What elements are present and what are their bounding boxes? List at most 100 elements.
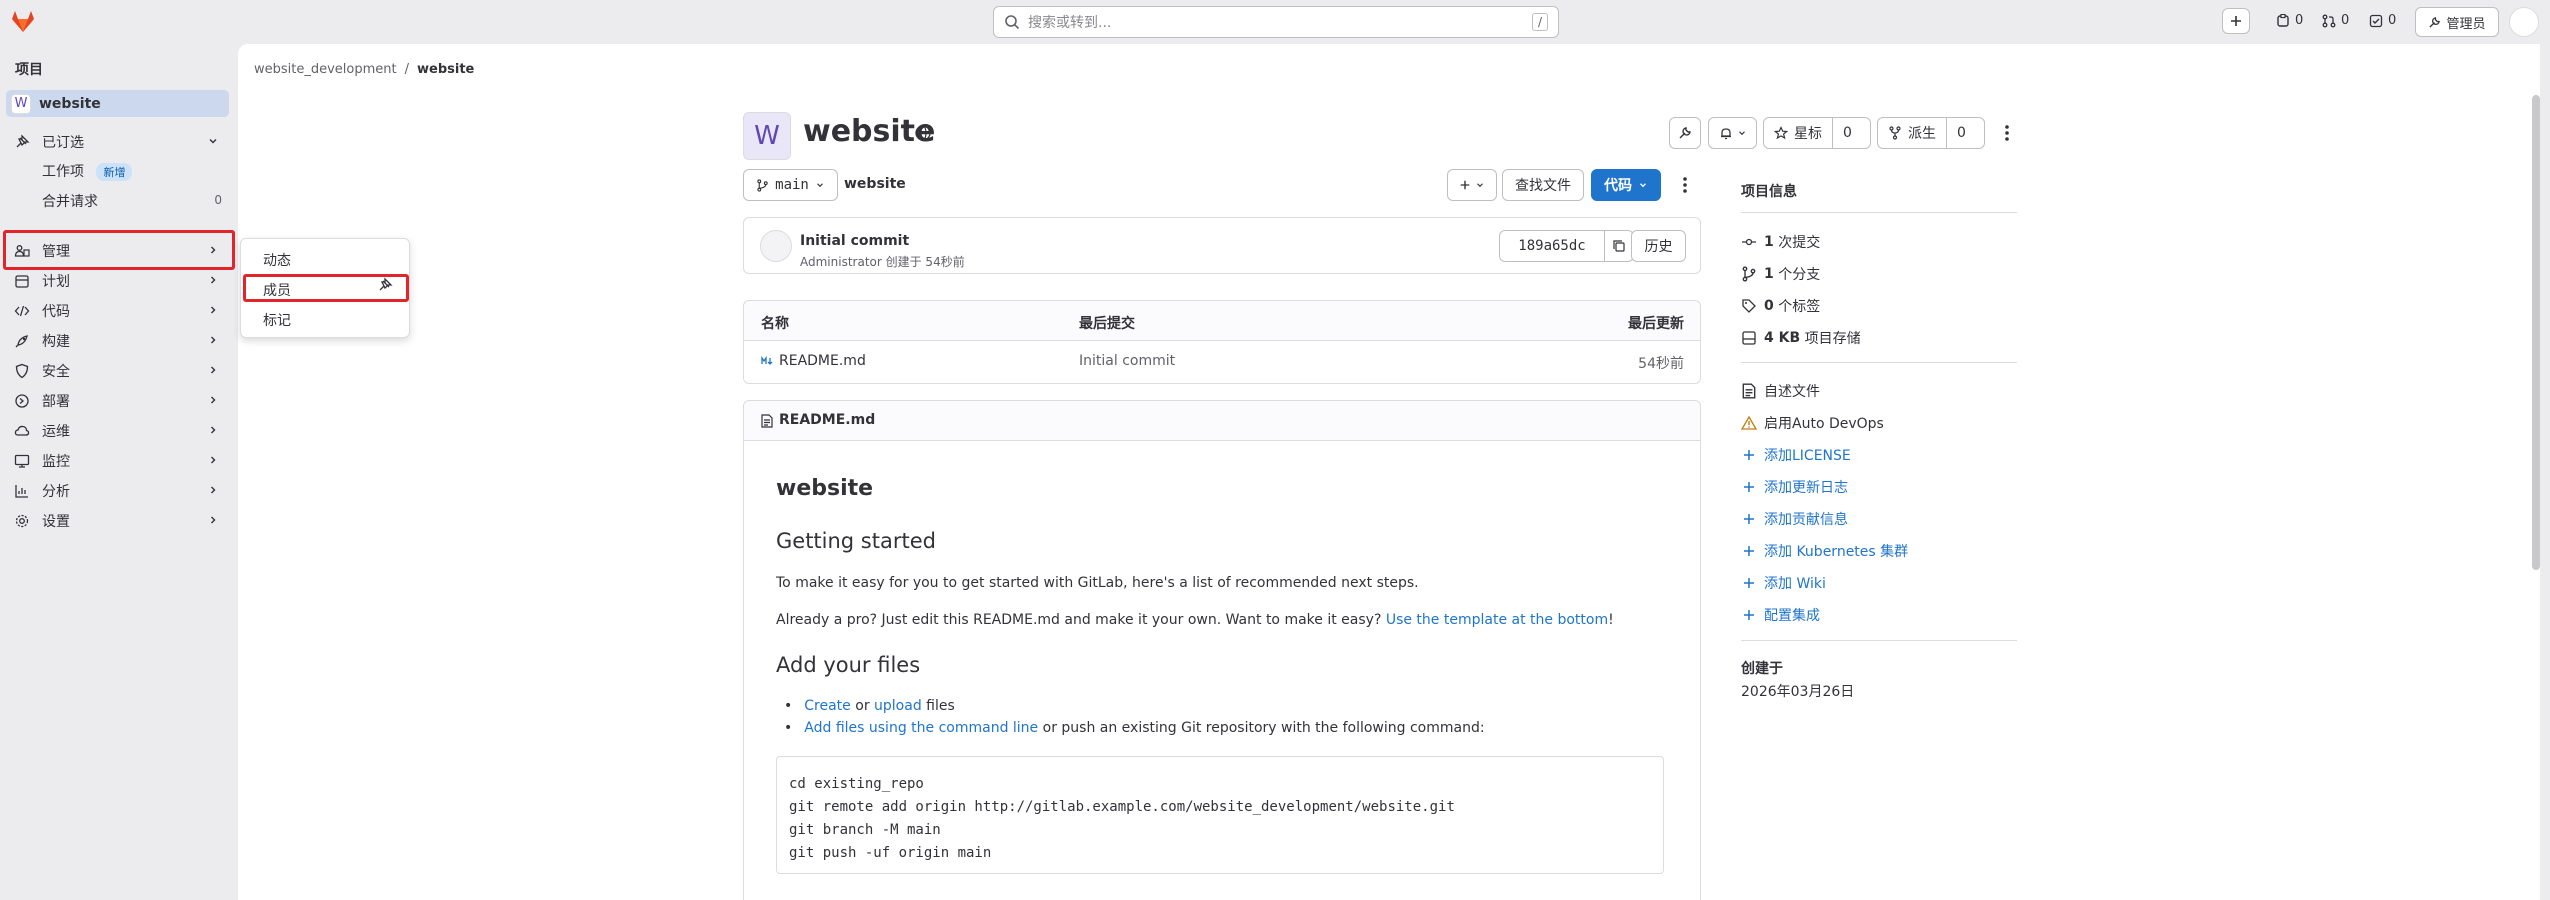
- admin-button[interactable]: 管理员: [2415, 7, 2499, 37]
- last-commit-panel: Initial commit Administrator 创建于 54秒前 18…: [743, 217, 1701, 274]
- user-avatar[interactable]: [2509, 7, 2539, 37]
- add-dropdown-button[interactable]: [1447, 169, 1497, 201]
- file-table: 名称 最后提交 最后更新 README.md Initial commit 54…: [743, 300, 1701, 384]
- create-new-button[interactable]: [2222, 8, 2250, 34]
- template-link[interactable]: Use the template at the bottom: [1386, 612, 1608, 628]
- file-last-commit[interactable]: Initial commit: [1079, 353, 1175, 369]
- commit-sha[interactable]: 189a65dc: [1499, 230, 1605, 262]
- chevron-down-icon: [207, 135, 219, 147]
- upload-link[interactable]: upload: [874, 698, 922, 714]
- issues-counter[interactable]: 0: [2276, 13, 2303, 28]
- flyout-item-activity[interactable]: 动态: [263, 250, 291, 270]
- code-dropdown-button[interactable]: 代码: [1591, 169, 1661, 201]
- new-badge: 新增: [96, 163, 133, 181]
- file-icon: [1741, 383, 1757, 399]
- commits-stat[interactable]: 1 次提交: [1741, 232, 1820, 252]
- flyout-item-labels[interactable]: 标记: [263, 310, 291, 330]
- chevron-right-icon: [207, 334, 219, 346]
- tags-stat[interactable]: 0 个标签: [1741, 296, 1820, 316]
- create-link[interactable]: Create: [804, 698, 851, 714]
- sidebar-item-code[interactable]: 代码: [6, 297, 229, 324]
- file-name-link[interactable]: README.md: [779, 353, 866, 369]
- readme-p1: To make it easy for you to get started w…: [776, 575, 1419, 591]
- col-name-header: 名称: [761, 316, 789, 332]
- sidebar-item-analyze[interactable]: 分析: [6, 477, 229, 504]
- sidebar-item-work-items[interactable]: 工作项 新增: [42, 161, 133, 181]
- sidebar-item-plan[interactable]: 计划: [6, 267, 229, 294]
- gear-icon: [14, 513, 30, 529]
- sidebar-item-monitor[interactable]: 监控: [6, 447, 229, 474]
- sidebar-pinned-section[interactable]: 已订选: [6, 128, 229, 155]
- sidebar-item-secure[interactable]: 安全: [6, 357, 229, 384]
- branches-stat[interactable]: 1 个分支: [1741, 264, 1820, 284]
- readme-h1: website: [776, 476, 874, 501]
- calendar-icon: [14, 273, 30, 289]
- sidebar-item-deploy[interactable]: 部署: [6, 387, 229, 414]
- add-kubernetes-link[interactable]: 添加 Kubernetes 集群: [1741, 541, 1908, 561]
- branch-selector[interactable]: main: [743, 169, 838, 201]
- merge-requests-counter[interactable]: 0: [2322, 13, 2349, 28]
- add-contributing-link[interactable]: 添加贡献信息: [1741, 509, 1848, 529]
- add-wiki-link[interactable]: 添加 Wiki: [1741, 573, 1826, 593]
- gitlab-logo-icon[interactable]: [10, 8, 36, 34]
- more-actions-icon[interactable]: [1997, 121, 2017, 145]
- star-icon: [1774, 126, 1788, 140]
- chevron-right-icon: [207, 304, 219, 316]
- col-last-update-header: 最后更新: [1628, 316, 1684, 332]
- issues-icon: [2276, 13, 2290, 28]
- autodevops-link[interactable]: 启用Auto DevOps: [1741, 413, 1884, 433]
- repo-more-icon[interactable]: [1675, 173, 1695, 197]
- chevron-down-icon: [1638, 180, 1648, 190]
- find-file-button[interactable]: 查找文件: [1502, 169, 1584, 201]
- readme-link[interactable]: 自述文件: [1741, 381, 1820, 401]
- add-license-link[interactable]: 添加LICENSE: [1741, 445, 1851, 465]
- chevron-right-icon: [207, 424, 219, 436]
- notifications-dropdown[interactable]: [1708, 117, 1757, 149]
- sidebar-item-operate[interactable]: 运维: [6, 417, 229, 444]
- wrench-icon: [1678, 126, 1692, 140]
- sidebar-project-website[interactable]: W website: [6, 90, 229, 117]
- readme-p2: Already a pro? Just edit this README.md …: [776, 612, 1614, 628]
- history-button[interactable]: 历史: [1631, 230, 1686, 262]
- repo-path[interactable]: website: [844, 176, 906, 192]
- commit-icon: [1741, 234, 1757, 250]
- sidebar-item-settings[interactable]: 设置: [6, 507, 229, 534]
- chevron-down-icon: [815, 180, 825, 190]
- merge-requests-count: 0: [214, 193, 222, 207]
- add-changelog-link[interactable]: 添加更新日志: [1741, 477, 1848, 497]
- file-icon: [761, 414, 773, 428]
- created-label: 创建于: [1741, 661, 1783, 677]
- breadcrumb-current[interactable]: website: [417, 62, 474, 77]
- commit-title[interactable]: Initial commit: [800, 233, 909, 249]
- sidebar-project-name: website: [39, 95, 101, 112]
- sidebar-item-merge-requests[interactable]: 合并请求: [42, 191, 98, 211]
- admin-wrench-button[interactable]: [1669, 117, 1701, 149]
- command-line-link[interactable]: Add files using the command line: [804, 720, 1038, 736]
- plus-icon: [1741, 607, 1757, 623]
- storage-stat[interactable]: 4 KB 项目存储: [1741, 328, 1861, 348]
- rocket-icon: [14, 333, 30, 349]
- search-input[interactable]: 搜索或转到... /: [993, 6, 1559, 38]
- sidebar-item-build[interactable]: 构建: [6, 327, 229, 354]
- top-bar: 搜索或转到... / 0 0 0 管理员: [0, 0, 2550, 44]
- configure-integrations-link[interactable]: 配置集成: [1741, 605, 1820, 625]
- created-date: 2026年03月26日: [1741, 684, 1855, 700]
- plus-icon: [1459, 179, 1471, 191]
- fork-button[interactable]: 派生 0: [1877, 117, 1985, 149]
- chevron-right-icon: [207, 484, 219, 496]
- shield-icon: [14, 363, 30, 379]
- file-last-update: 54秒前: [1638, 356, 1684, 372]
- star-button[interactable]: 星标 0: [1763, 117, 1871, 149]
- page-scrollbar[interactable]: [2532, 95, 2540, 570]
- readme-filename[interactable]: README.md: [779, 412, 875, 428]
- breadcrumb-group[interactable]: website_development: [254, 62, 397, 77]
- todos-counter[interactable]: 0: [2369, 13, 2396, 28]
- code-icon: [14, 303, 30, 319]
- copy-sha-button[interactable]: [1604, 230, 1634, 262]
- star-count[interactable]: 0: [1832, 118, 1862, 148]
- fork-count[interactable]: 0: [1946, 118, 1976, 148]
- cloud-icon: [14, 423, 30, 439]
- markdown-file-icon: [761, 356, 775, 366]
- search-icon: [1004, 14, 1020, 30]
- commit-author-avatar[interactable]: [760, 230, 792, 262]
